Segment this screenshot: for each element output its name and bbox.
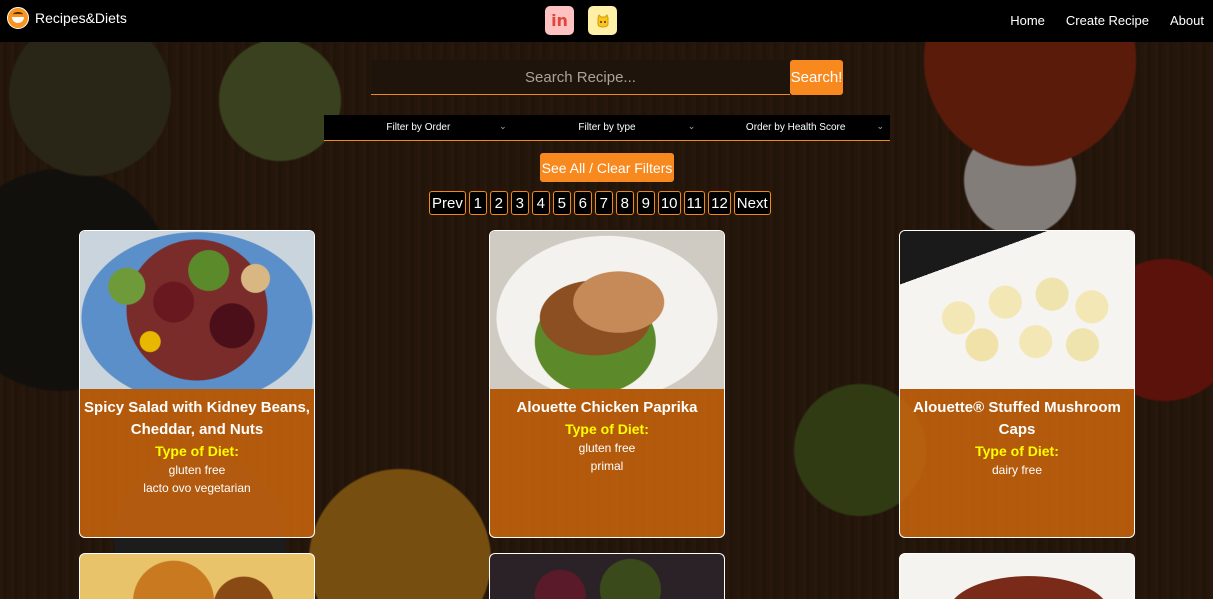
diet-item: dairy free bbox=[991, 463, 1043, 477]
github-icon[interactable] bbox=[588, 6, 617, 35]
chevron-down-icon: ⌄ bbox=[499, 121, 507, 131]
nav-link-about[interactable]: About bbox=[1170, 13, 1204, 28]
nav-link-create-recipe[interactable]: Create Recipe bbox=[1066, 13, 1149, 28]
pagination: Prev 1 2 3 4 5 6 7 8 9 10 11 12 Next bbox=[429, 191, 771, 215]
filter-by-order-select[interactable]: Filter by Order ⌄ bbox=[324, 115, 513, 140]
linkedin-icon[interactable]: in bbox=[545, 6, 574, 35]
diet-label: Type of Diet: bbox=[155, 443, 239, 459]
page-button[interactable]: 6 bbox=[573, 191, 592, 215]
page-button[interactable]: 8 bbox=[615, 191, 634, 215]
recipe-image bbox=[900, 231, 1134, 389]
diet-item: gluten free bbox=[578, 441, 636, 455]
page-button[interactable]: 5 bbox=[552, 191, 571, 215]
next-page-button[interactable]: Next bbox=[733, 191, 771, 215]
clear-filters-button[interactable]: See All / Clear Filters bbox=[540, 153, 674, 182]
search-button[interactable]: Search! bbox=[790, 60, 843, 95]
search-input[interactable] bbox=[371, 60, 790, 95]
search-bar: Search! bbox=[371, 60, 843, 95]
brand-name: Recipes&Diets bbox=[35, 10, 127, 26]
page-button[interactable]: 10 bbox=[657, 191, 681, 215]
smiley-food-logo-icon bbox=[7, 7, 29, 29]
recipe-title: Alouette Chicken Paprika bbox=[516, 399, 698, 416]
recipe-card[interactable]: Alouette Chicken Paprika Type of Diet: g… bbox=[489, 230, 725, 538]
page-button[interactable]: 3 bbox=[510, 191, 529, 215]
page-button[interactable]: 4 bbox=[531, 191, 550, 215]
page-button[interactable]: 11 bbox=[683, 191, 706, 215]
filter-by-type-label: Filter by type bbox=[578, 122, 636, 133]
filter-by-order-label: Filter by Order bbox=[386, 122, 451, 133]
linkedin-glyph: in bbox=[551, 11, 568, 30]
diet-item: primal bbox=[590, 459, 624, 473]
recipe-image bbox=[80, 231, 314, 389]
github-cat-icon bbox=[597, 13, 608, 28]
filter-bar: Filter by Order ⌄ Filter by type ⌄ Order… bbox=[324, 115, 890, 141]
page-button[interactable]: 12 bbox=[708, 191, 731, 215]
recipe-card-partial[interactable] bbox=[899, 553, 1135, 599]
prev-page-button[interactable]: Prev bbox=[429, 191, 466, 215]
order-by-health-score-label: Order by Health Score bbox=[745, 122, 846, 133]
page-button[interactable]: 2 bbox=[489, 191, 508, 215]
diet-label: Type of Diet: bbox=[975, 443, 1059, 459]
filter-by-type-select[interactable]: Filter by type ⌄ bbox=[513, 115, 702, 140]
chevron-down-icon: ⌄ bbox=[687, 121, 696, 131]
recipe-card[interactable]: Spicy Salad with Kidney Beans, Cheddar, … bbox=[79, 230, 315, 538]
nav-link-home[interactable]: Home bbox=[1010, 13, 1045, 28]
diet-item: lacto ovo vegetarian bbox=[143, 481, 251, 495]
navbar: Recipes&Diets in Home Create Recipe Abou… bbox=[0, 0, 1213, 42]
nav-links: Home Create Recipe About bbox=[1010, 13, 1204, 28]
recipe-title: Alouette® Stuffed Mushroom Caps bbox=[913, 399, 1121, 438]
recipe-title: Spicy Salad with Kidney Beans, Cheddar, … bbox=[84, 399, 310, 438]
recipe-card[interactable]: Alouette® Stuffed Mushroom Caps Type of … bbox=[899, 230, 1135, 538]
page-button[interactable]: 7 bbox=[594, 191, 613, 215]
recipe-card-partial[interactable] bbox=[489, 553, 725, 599]
recipe-image bbox=[490, 231, 724, 389]
page-button[interactable]: 9 bbox=[636, 191, 655, 215]
diet-label: Type of Diet: bbox=[565, 421, 649, 437]
page-button[interactable]: 1 bbox=[468, 191, 487, 215]
diet-item: gluten free bbox=[168, 463, 226, 477]
recipe-card-partial[interactable] bbox=[79, 553, 315, 599]
order-by-health-score-select[interactable]: Order by Health Score ⌄ bbox=[701, 115, 890, 140]
brand[interactable]: Recipes&Diets bbox=[7, 7, 127, 29]
chevron-down-icon: ⌄ bbox=[876, 121, 885, 131]
